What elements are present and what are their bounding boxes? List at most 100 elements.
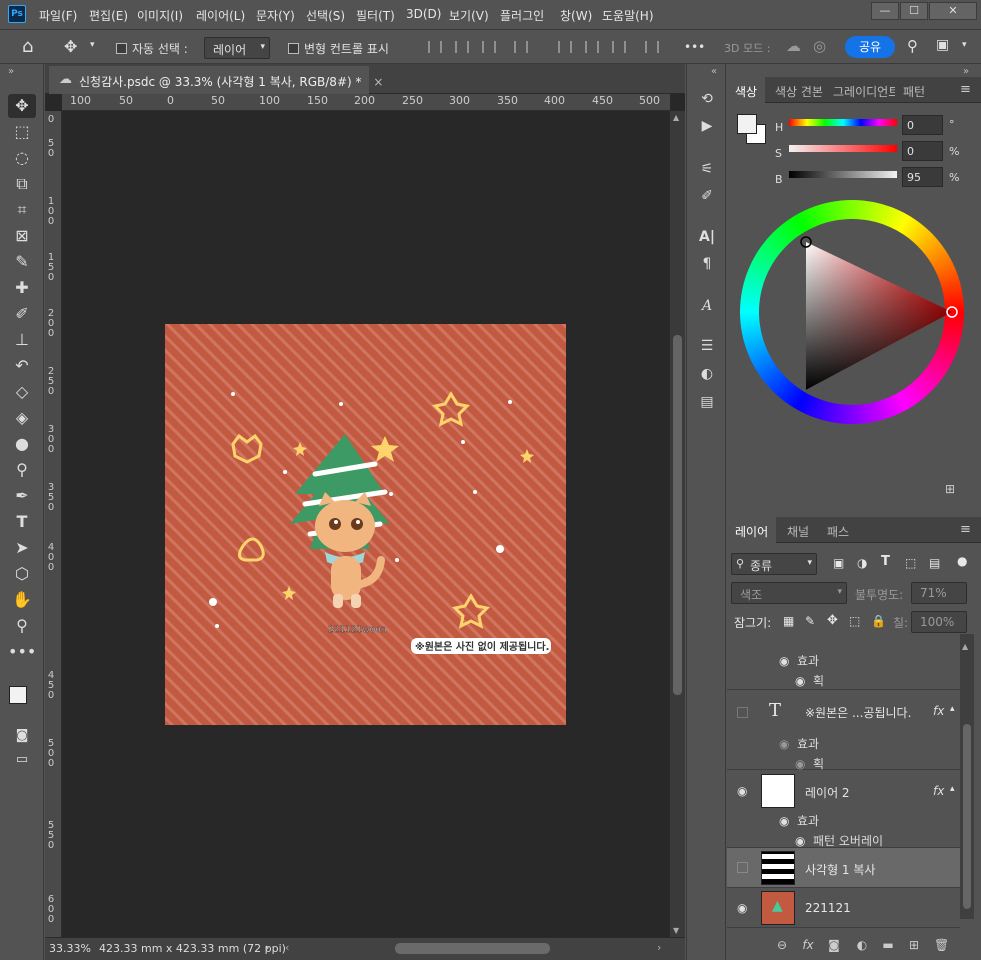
saturation-value[interactable]: 0 xyxy=(902,141,943,161)
collapse-icon[interactable]: » xyxy=(963,66,969,77)
foreground-swatch[interactable] xyxy=(737,114,757,134)
align-left-icon[interactable] xyxy=(428,41,442,53)
home-icon[interactable]: ⌂ xyxy=(22,36,33,57)
new-adjustment-icon[interactable]: ◐ xyxy=(855,938,869,952)
more-options-icon[interactable]: ••• xyxy=(684,40,705,54)
zoom-level[interactable]: 33.33% xyxy=(49,942,91,955)
canvas-artwork[interactable]: 221121woon ※원본은 사진 없이 제공됩니다. xyxy=(165,324,566,725)
panel-menu-icon[interactable]: ≡ xyxy=(960,522,971,537)
paragraph-panel-icon[interactable]: ¶ xyxy=(697,254,717,274)
chevron-down-icon[interactable]: ▾ xyxy=(90,40,95,50)
tab-swatches[interactable]: 색상 견본 xyxy=(767,77,831,103)
dodge-tool-icon[interactable]: ⚲ xyxy=(8,458,36,482)
transform-controls-checkbox[interactable] xyxy=(288,43,299,54)
eye-icon[interactable]: ◉ xyxy=(779,655,793,667)
panel-menu-icon[interactable]: ≡ xyxy=(960,82,971,97)
color-wheel[interactable] xyxy=(740,200,964,424)
menu-view[interactable]: 보기(V) xyxy=(449,7,489,24)
zoom-tool-icon[interactable]: ⚲ xyxy=(8,614,36,638)
status-menu-icon[interactable]: › xyxy=(265,941,269,954)
filter-smart-object-icon[interactable]: ▤ xyxy=(929,556,940,570)
chevron-up-icon[interactable]: ▴ xyxy=(950,704,955,714)
marquee-tool-icon[interactable]: ⬚ xyxy=(8,120,36,144)
fill-input[interactable]: 100% xyxy=(911,611,967,633)
saturation-slider[interactable] xyxy=(789,145,897,152)
3d-roll-icon[interactable]: ◎ xyxy=(813,37,826,55)
menu-type[interactable]: 문자(Y) xyxy=(256,7,295,24)
menu-image[interactable]: 이미지(I) xyxy=(137,7,183,24)
stamp-tool-icon[interactable]: ⊥ xyxy=(8,328,36,352)
auto-select-target-dropdown[interactable]: 레이어 ▾ xyxy=(204,37,270,59)
delete-layer-icon[interactable]: 🗑 xyxy=(934,938,949,952)
add-style-icon[interactable]: fx xyxy=(801,938,815,952)
eye-icon[interactable]: ◉ xyxy=(795,675,809,687)
menu-help[interactable]: 도움말(H) xyxy=(602,7,654,24)
add-icon[interactable]: ⊞ xyxy=(945,482,955,496)
history-panel-icon[interactable]: ⟲ xyxy=(697,89,717,109)
lock-artboard-icon[interactable]: ⬚ xyxy=(849,614,860,628)
new-layer-icon[interactable]: ⊞ xyxy=(907,938,921,952)
filter-shape-icon[interactable]: ⬚ xyxy=(905,556,916,570)
scroll-down-icon[interactable]: ▼ xyxy=(673,926,679,935)
lock-transparent-icon[interactable]: ▦ xyxy=(783,614,794,628)
layer-2[interactable]: ◉ 레이어 2 fx ▴ ◉ 효과 ◉ 패턴 오버레이 xyxy=(727,770,960,848)
menu-file[interactable]: 파일(F) xyxy=(39,7,77,24)
align-top-icon[interactable] xyxy=(558,41,572,53)
adjust-panel-icon[interactable]: ◐ xyxy=(697,364,717,384)
vertical-scrollbar[interactable]: ▲ ▼ xyxy=(670,111,685,937)
menu-window[interactable]: 창(W) xyxy=(560,7,592,24)
frame-tool-icon[interactable]: ⊠ xyxy=(8,224,36,248)
menu-filter[interactable]: 필터(T) xyxy=(356,7,395,24)
fx-badge[interactable]: fx xyxy=(933,784,944,798)
distribute-vertical-icon[interactable] xyxy=(645,41,659,53)
scroll-left-icon[interactable]: ‹ xyxy=(285,941,289,954)
eye-icon[interactable]: ◉ xyxy=(795,758,809,770)
align-middle-icon[interactable] xyxy=(585,41,599,53)
eye-icon[interactable]: ◉ xyxy=(779,815,793,827)
align-right-icon[interactable] xyxy=(482,41,496,53)
quick-mask-icon[interactable]: ◙ xyxy=(8,724,36,748)
foreground-color-swatch[interactable] xyxy=(9,686,27,704)
distribute-icon[interactable] xyxy=(514,41,528,53)
add-mask-icon[interactable]: ◙ xyxy=(827,938,841,952)
color-triangle[interactable] xyxy=(740,200,964,424)
menu-3d[interactable]: 3D(D) xyxy=(406,7,441,21)
search-icon[interactable]: ⚲ xyxy=(907,37,918,55)
brush-tool-icon[interactable]: ✐ xyxy=(8,302,36,326)
tab-channels[interactable]: 채널 xyxy=(779,517,817,543)
scroll-up-icon[interactable]: ▲ xyxy=(962,642,968,651)
shape-tool-icon[interactable]: ⬡ xyxy=(8,562,36,586)
scroll-right-icon[interactable]: › xyxy=(657,941,661,954)
document-tab[interactable]: ☁ 신청감사.psdc @ 33.3% (사각형 1 복사, RGB/8#) *… xyxy=(49,66,383,94)
close-tab-icon[interactable]: × xyxy=(373,75,383,89)
pen-tool-icon[interactable]: ✒ xyxy=(8,484,36,508)
blur-tool-icon[interactable]: ● xyxy=(8,432,36,456)
lasso-tool-icon[interactable]: ◌ xyxy=(8,146,36,170)
filter-type-icon[interactable]: T xyxy=(881,554,890,569)
lock-position-icon[interactable]: ✥ xyxy=(827,613,838,628)
layers-scroll-thumb[interactable] xyxy=(963,724,971,909)
collapse-icon[interactable]: « xyxy=(711,66,717,77)
eyedropper-tool-icon[interactable]: ✎ xyxy=(8,250,36,274)
scroll-up-icon[interactable]: ▲ xyxy=(673,113,679,122)
new-group-icon[interactable]: ▬ xyxy=(881,938,895,952)
horizontal-scroll-thumb[interactable] xyxy=(395,943,550,954)
eye-icon[interactable]: ◉ xyxy=(795,835,809,847)
lock-all-icon[interactable]: 🔒 xyxy=(871,614,886,628)
share-button[interactable]: 공유 xyxy=(845,36,895,58)
tab-color[interactable]: 색상 xyxy=(727,77,766,103)
hue-value[interactable]: 0 xyxy=(902,115,943,135)
properties-panel-icon[interactable]: ☰ xyxy=(697,336,717,356)
screen-mode-icon[interactable]: ▭ xyxy=(8,748,36,772)
menu-plugins[interactable]: 플러그인 xyxy=(500,7,544,24)
eye-icon[interactable]: ◉ xyxy=(779,738,793,750)
menu-select[interactable]: 선택(S) xyxy=(306,7,345,24)
healing-brush-icon[interactable]: ✚ xyxy=(8,276,36,300)
eye-icon[interactable]: ◉ xyxy=(737,902,751,914)
hue-slider[interactable] xyxy=(789,119,897,126)
blend-mode-dropdown[interactable]: 색조 ▾ xyxy=(731,582,847,604)
filter-adjustment-icon[interactable]: ◑ xyxy=(857,556,867,570)
libraries-panel-icon[interactable]: ▤ xyxy=(697,392,717,412)
tab-patterns[interactable]: 패턴 xyxy=(895,77,933,103)
auto-select-checkbox[interactable] xyxy=(116,43,127,54)
